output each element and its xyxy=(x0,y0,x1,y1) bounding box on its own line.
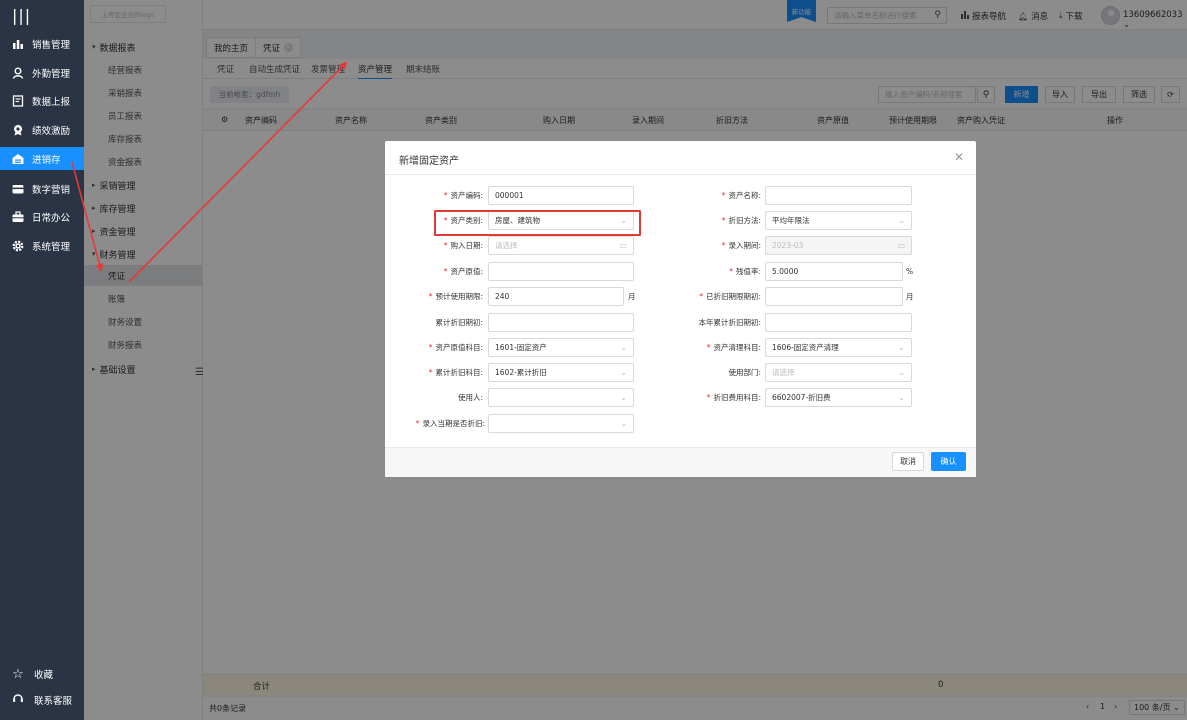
annotation-arrow-to-assets-tab xyxy=(128,61,348,283)
annotation-arrow-to-voucher xyxy=(71,161,104,272)
annotation-arrows xyxy=(71,61,348,283)
